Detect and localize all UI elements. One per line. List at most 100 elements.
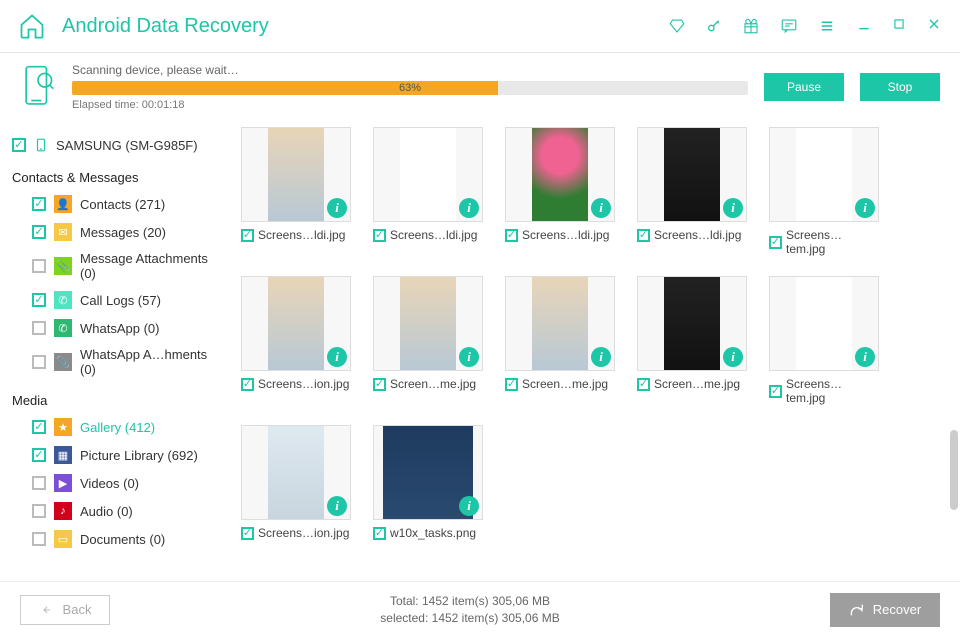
checkbox[interactable] (373, 527, 386, 540)
checkbox[interactable] (32, 197, 46, 211)
thumb-image (664, 127, 720, 222)
checkbox[interactable] (32, 355, 46, 369)
gift-icon[interactable] (742, 17, 760, 35)
back-button[interactable]: Back (20, 595, 110, 625)
elapsed-time: Elapsed time: 00:01:18 (72, 99, 748, 111)
home-icon[interactable] (18, 12, 46, 40)
checkbox[interactable] (32, 225, 46, 239)
sidebar-item-whatsapp[interactable]: ✆WhatsApp (0) (12, 314, 223, 342)
checkbox[interactable] (32, 259, 46, 273)
scrollbar-thumb[interactable] (950, 430, 958, 510)
checkbox[interactable] (32, 532, 46, 546)
checkbox[interactable] (32, 504, 46, 518)
sidebar-item-audio[interactable]: ♪Audio (0) (12, 497, 223, 525)
info-icon[interactable]: i (459, 347, 479, 367)
sidebar-item-messages[interactable]: ✉Messages (20) (12, 218, 223, 246)
thumb-item[interactable]: iScreen…me.jpg (637, 276, 747, 405)
sidebar-item-whatsapp-att[interactable]: 📎WhatsApp A…hments (0) (12, 342, 223, 382)
info-icon[interactable]: i (723, 347, 743, 367)
thumbnail[interactable]: i (373, 425, 483, 520)
checkbox[interactable] (12, 138, 26, 152)
checkbox[interactable] (637, 378, 650, 391)
checkbox[interactable] (637, 229, 650, 242)
thumbnail[interactable]: i (637, 276, 747, 371)
thumbnail[interactable]: i (637, 127, 747, 222)
sidebar-item-call-logs[interactable]: ✆Call Logs (57) (12, 286, 223, 314)
thumbnail[interactable]: i (241, 276, 351, 371)
pause-button[interactable]: Pause (764, 73, 844, 101)
sidebar-item-gallery[interactable]: ★Gallery (412) (12, 413, 223, 441)
info-icon[interactable]: i (855, 347, 875, 367)
menu-icon[interactable] (818, 17, 836, 35)
info-icon[interactable]: i (327, 347, 347, 367)
thumb-item[interactable]: iScreens…ldi.jpg (373, 127, 483, 256)
checkbox[interactable] (32, 321, 46, 335)
minimize-icon[interactable] (856, 16, 872, 32)
info-icon[interactable]: i (327, 198, 347, 218)
info-icon[interactable]: i (723, 198, 743, 218)
checkbox[interactable] (769, 385, 782, 398)
sidebar-item-msg-attach[interactable]: 📎Message Attachments (0) (12, 246, 223, 286)
thumb-item[interactable]: iScreens…tem.jpg (769, 127, 879, 256)
info-icon[interactable]: i (591, 198, 611, 218)
thumbnail[interactable]: i (241, 425, 351, 520)
checkbox[interactable] (373, 229, 386, 242)
sidebar-item-contacts[interactable]: 👤Contacts (271) (12, 190, 223, 218)
feedback-icon[interactable] (780, 17, 798, 35)
thumbnail[interactable]: i (241, 127, 351, 222)
checkbox[interactable] (32, 293, 46, 307)
section-media: Media (12, 388, 223, 413)
info-icon[interactable]: i (459, 496, 479, 516)
thumb-image (400, 276, 456, 371)
sidebar-item-videos[interactable]: ▶Videos (0) (12, 469, 223, 497)
sidebar-item-documents[interactable]: ▭Documents (0) (12, 525, 223, 553)
checkbox[interactable] (32, 476, 46, 490)
maximize-icon[interactable] (892, 17, 906, 31)
thumb-item[interactable]: iScreens…ion.jpg (241, 425, 351, 540)
call-icon: ✆ (54, 291, 72, 309)
scrollbar-track[interactable] (950, 130, 958, 550)
sidebar-item-picture-lib[interactable]: ▦Picture Library (692) (12, 441, 223, 469)
close-icon[interactable] (926, 16, 942, 32)
label: Contacts (271) (80, 197, 165, 212)
thumb-image (532, 127, 588, 222)
device-row[interactable]: SAMSUNG (SM-G985F) (12, 131, 223, 159)
checkbox[interactable] (32, 420, 46, 434)
thumb-item[interactable]: iScreens…tem.jpg (769, 276, 879, 405)
checkbox[interactable] (505, 229, 518, 242)
thumbnail[interactable]: i (769, 276, 879, 371)
stop-button[interactable]: Stop (860, 73, 940, 101)
info-icon[interactable]: i (459, 198, 479, 218)
thumbnail[interactable]: i (373, 276, 483, 371)
thumb-item[interactable]: iScreens…ion.jpg (241, 276, 351, 405)
recover-label: Recover (873, 602, 921, 617)
label: Documents (0) (80, 532, 165, 547)
back-label: Back (63, 602, 92, 617)
footer: Back Total: 1452 item(s) 305,06 MB selec… (0, 581, 960, 637)
checkbox[interactable] (241, 378, 254, 391)
info-icon[interactable]: i (327, 496, 347, 516)
thumbnail[interactable]: i (505, 276, 615, 371)
thumb-item[interactable]: iw10x_tasks.png (373, 425, 483, 540)
thumb-item[interactable]: iScreens…ldi.jpg (241, 127, 351, 256)
thumbnail[interactable]: i (769, 127, 879, 222)
thumb-item[interactable]: iScreen…me.jpg (373, 276, 483, 405)
checkbox[interactable] (32, 448, 46, 462)
label: Messages (20) (80, 225, 166, 240)
checkbox[interactable] (241, 527, 254, 540)
recover-button[interactable]: Recover (830, 593, 940, 627)
label: WhatsApp (0) (80, 321, 159, 336)
checkbox[interactable] (373, 378, 386, 391)
thumb-item[interactable]: iScreen…me.jpg (505, 276, 615, 405)
thumbnail[interactable]: i (373, 127, 483, 222)
diamond-icon[interactable] (668, 17, 686, 35)
thumb-item[interactable]: iScreens…ldi.jpg (637, 127, 747, 256)
checkbox[interactable] (241, 229, 254, 242)
checkbox[interactable] (769, 236, 782, 249)
key-icon[interactable] (706, 18, 722, 34)
thumbnail[interactable]: i (505, 127, 615, 222)
thumb-item[interactable]: iScreens…ldi.jpg (505, 127, 615, 256)
info-icon[interactable]: i (591, 347, 611, 367)
checkbox[interactable] (505, 378, 518, 391)
info-icon[interactable]: i (855, 198, 875, 218)
